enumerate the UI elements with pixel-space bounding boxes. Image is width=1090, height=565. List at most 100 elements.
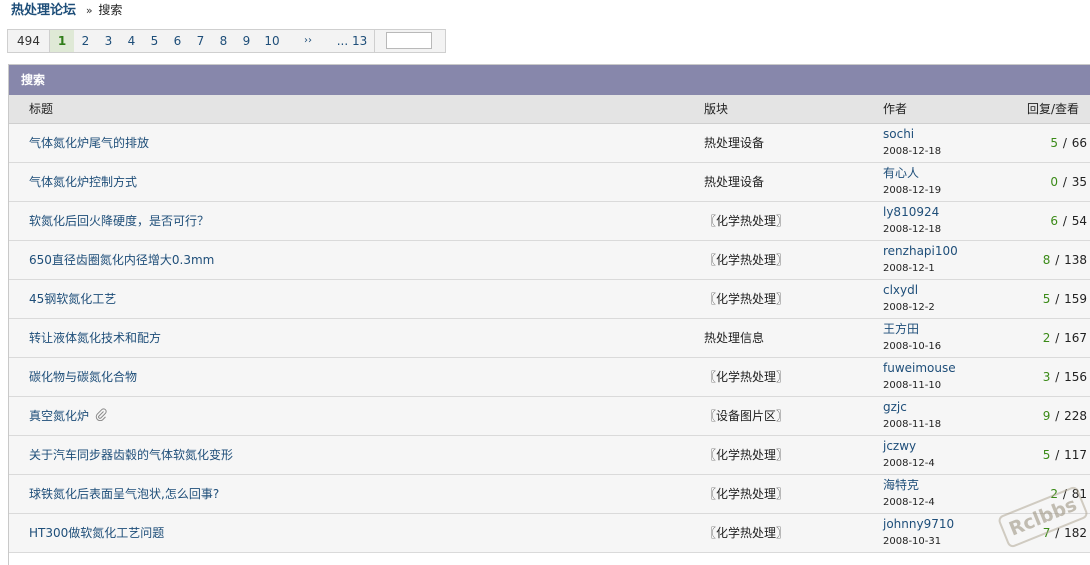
thread-forum-link[interactable]: 〖化学热处理〗	[704, 514, 788, 552]
pagination-current-page: 1	[50, 30, 74, 52]
column-header-forum: 版块	[704, 102, 729, 116]
thread-date: 2008-12-4	[883, 458, 935, 469]
table-row: 气体氮化炉控制方式 热处理设备 有心人 2008-12-19 0 / 35	[9, 163, 1090, 202]
thread-date: 2008-12-19	[883, 185, 942, 196]
page-jump-input[interactable]	[386, 32, 432, 49]
thread-title-link[interactable]: 碳化物与碳氮化合物	[29, 358, 137, 396]
pagination-page-10[interactable]: 10	[258, 30, 286, 52]
reply-count: 3	[1042, 370, 1051, 384]
reply-count: 6	[1050, 214, 1059, 228]
table-row: 转让液体氮化技术和配方 热处理信息 王方田 2008-10-16 2 / 167	[9, 319, 1090, 358]
thread-author-link[interactable]: renzhapi100	[883, 244, 958, 258]
thread-title-link[interactable]: 软氮化后回火降硬度，是否可行？	[29, 202, 209, 240]
thread-forum-link[interactable]: 〖设备图片区〗	[704, 397, 788, 435]
thread-author-link[interactable]: ly810924	[883, 205, 939, 219]
thread-author-link[interactable]: 王方田	[883, 322, 919, 336]
view-count: 182	[1064, 526, 1087, 540]
thread-forum-link[interactable]: 〖化学热处理〗	[704, 475, 788, 513]
pagination-page-3[interactable]: 3	[97, 30, 120, 52]
thread-title-link[interactable]: 45钢软氮化工艺	[29, 280, 116, 318]
thread-title-link[interactable]: 转让液体氮化技术和配方	[29, 319, 161, 357]
attachment-icon	[95, 398, 107, 436]
column-header-row: 标题 版块 作者 回复/查看	[9, 95, 1090, 124]
thread-stats: 3 / 156	[1042, 370, 1087, 384]
thread-date: 2008-12-1	[883, 263, 935, 274]
view-count: 228	[1064, 409, 1087, 423]
view-count: 117	[1064, 448, 1087, 462]
pagination-page-4[interactable]: 4	[120, 30, 143, 52]
thread-forum-link[interactable]: 〖化学热处理〗	[704, 280, 788, 318]
pagination-jump	[374, 30, 445, 52]
breadcrumb-forum-link[interactable]: 热处理论坛	[11, 3, 76, 18]
pagination-last-page[interactable]: ... 13	[330, 30, 374, 52]
table-row: 气体氮化炉尾气的排放 热处理设备 sochi 2008-12-18 5 / 66	[9, 124, 1090, 163]
table-row: 球铁氮化后表面呈气泡状,怎么回事? 〖化学热处理〗 海特克 2008-12-4 …	[9, 475, 1090, 514]
thread-date: 2008-10-16	[883, 341, 942, 352]
thread-date: 2008-12-2	[883, 302, 935, 313]
thread-forum-link[interactable]: 〖化学热处理〗	[704, 202, 788, 240]
pagination-page-7[interactable]: 7	[189, 30, 212, 52]
thread-title-link[interactable]: 气体氮化炉控制方式	[29, 163, 137, 201]
thread-title-cell: 真空氮化炉	[29, 397, 107, 436]
view-count: 138	[1064, 253, 1087, 267]
pagination-total: 494	[8, 30, 50, 52]
view-count: 66	[1071, 136, 1087, 150]
thread-author-link[interactable]: jczwy	[883, 439, 916, 453]
table-row: 真空氮化炉 〖设备图片区〗 gzjc 2008-11-18 9 / 228	[9, 397, 1090, 436]
thread-author-link[interactable]: 海特克	[883, 478, 919, 492]
thread-title-link[interactable]: 真空氮化炉	[29, 409, 89, 423]
view-count: 156	[1064, 370, 1087, 384]
column-header-author: 作者	[883, 102, 908, 116]
thread-date: 2008-12-4	[883, 497, 935, 508]
pagination-page-5[interactable]: 5	[143, 30, 166, 52]
table-row: HT300做软氮化工艺问题 〖化学热处理〗 johnny9710 2008-10…	[9, 514, 1090, 553]
thread-author-link[interactable]: 有心人	[883, 166, 919, 180]
reply-count: 5	[1050, 136, 1059, 150]
view-count: 54	[1071, 214, 1087, 228]
pagination-page-9[interactable]: 9	[235, 30, 258, 52]
reply-count: 9	[1042, 409, 1051, 423]
pagination: 494 1 2 3 4 5 6 7 8 9 10 ›› ... 13	[7, 29, 446, 53]
thread-forum-link[interactable]: 热处理设备	[704, 163, 764, 201]
thread-stats: 2 / 167	[1042, 331, 1087, 345]
thread-author-link[interactable]: clxydl	[883, 283, 918, 297]
reply-count: 5	[1042, 292, 1051, 306]
thread-forum-link[interactable]: 〖化学热处理〗	[704, 241, 788, 279]
thread-date: 2008-11-18	[883, 419, 942, 430]
thread-date: 2008-12-18	[883, 146, 942, 157]
pagination-next-button[interactable]: ››	[286, 30, 330, 52]
section-title: 搜索	[9, 65, 1090, 95]
thread-title-link[interactable]: 关于汽车同步器齿毂的气体软氮化变形	[29, 436, 233, 474]
pagination-page-2[interactable]: 2	[74, 30, 97, 52]
thread-forum-link[interactable]: 热处理信息	[704, 319, 764, 357]
thread-date: 2008-10-31	[883, 536, 942, 547]
thread-author-link[interactable]: fuweimouse	[883, 361, 956, 375]
breadcrumb-separator: »	[85, 4, 93, 17]
view-count: 159	[1064, 292, 1087, 306]
thread-author-link[interactable]: sochi	[883, 127, 914, 141]
thread-title-link[interactable]: 气体氮化炉尾气的排放	[29, 124, 149, 162]
reply-count: 5	[1042, 448, 1051, 462]
thread-stats: 5 / 117	[1042, 448, 1087, 462]
pagination-page-6[interactable]: 6	[166, 30, 189, 52]
thread-forum-link[interactable]: 热处理设备	[704, 124, 764, 162]
thread-stats: 8 / 138	[1042, 253, 1087, 267]
thread-title-link[interactable]: 650直径齿圈氮化内径增大0.3mm	[29, 241, 214, 279]
thread-stats: 5 / 159	[1042, 292, 1087, 306]
reply-count: 8	[1042, 253, 1051, 267]
table-row: 关于汽车同步器齿毂的气体软氮化变形 〖化学热处理〗 jczwy 2008-12-…	[9, 436, 1090, 475]
table-row: 650直径齿圈氮化内径增大0.3mm 〖化学热处理〗 renzhapi100 2…	[9, 241, 1090, 280]
table-row: 45钢软氮化工艺 〖化学热处理〗 clxydl 2008-12-2 5 / 15…	[9, 280, 1090, 319]
thread-forum-link[interactable]: 〖化学热处理〗	[704, 358, 788, 396]
reply-count: 2	[1042, 331, 1051, 345]
pagination-page-8[interactable]: 8	[212, 30, 235, 52]
thread-author-link[interactable]: gzjc	[883, 400, 907, 414]
thread-stats: 6 / 54	[1050, 214, 1087, 228]
thread-title-link[interactable]: 球铁氮化后表面呈气泡状,怎么回事?	[29, 475, 219, 513]
thread-title-link[interactable]: HT300做软氮化工艺问题	[29, 514, 164, 552]
thread-forum-link[interactable]: 〖化学热处理〗	[704, 436, 788, 474]
breadcrumb-current: 搜索	[98, 3, 123, 17]
thread-author-link[interactable]: johnny9710	[883, 517, 954, 531]
reply-count: 0	[1050, 175, 1059, 189]
view-count: 167	[1064, 331, 1087, 345]
